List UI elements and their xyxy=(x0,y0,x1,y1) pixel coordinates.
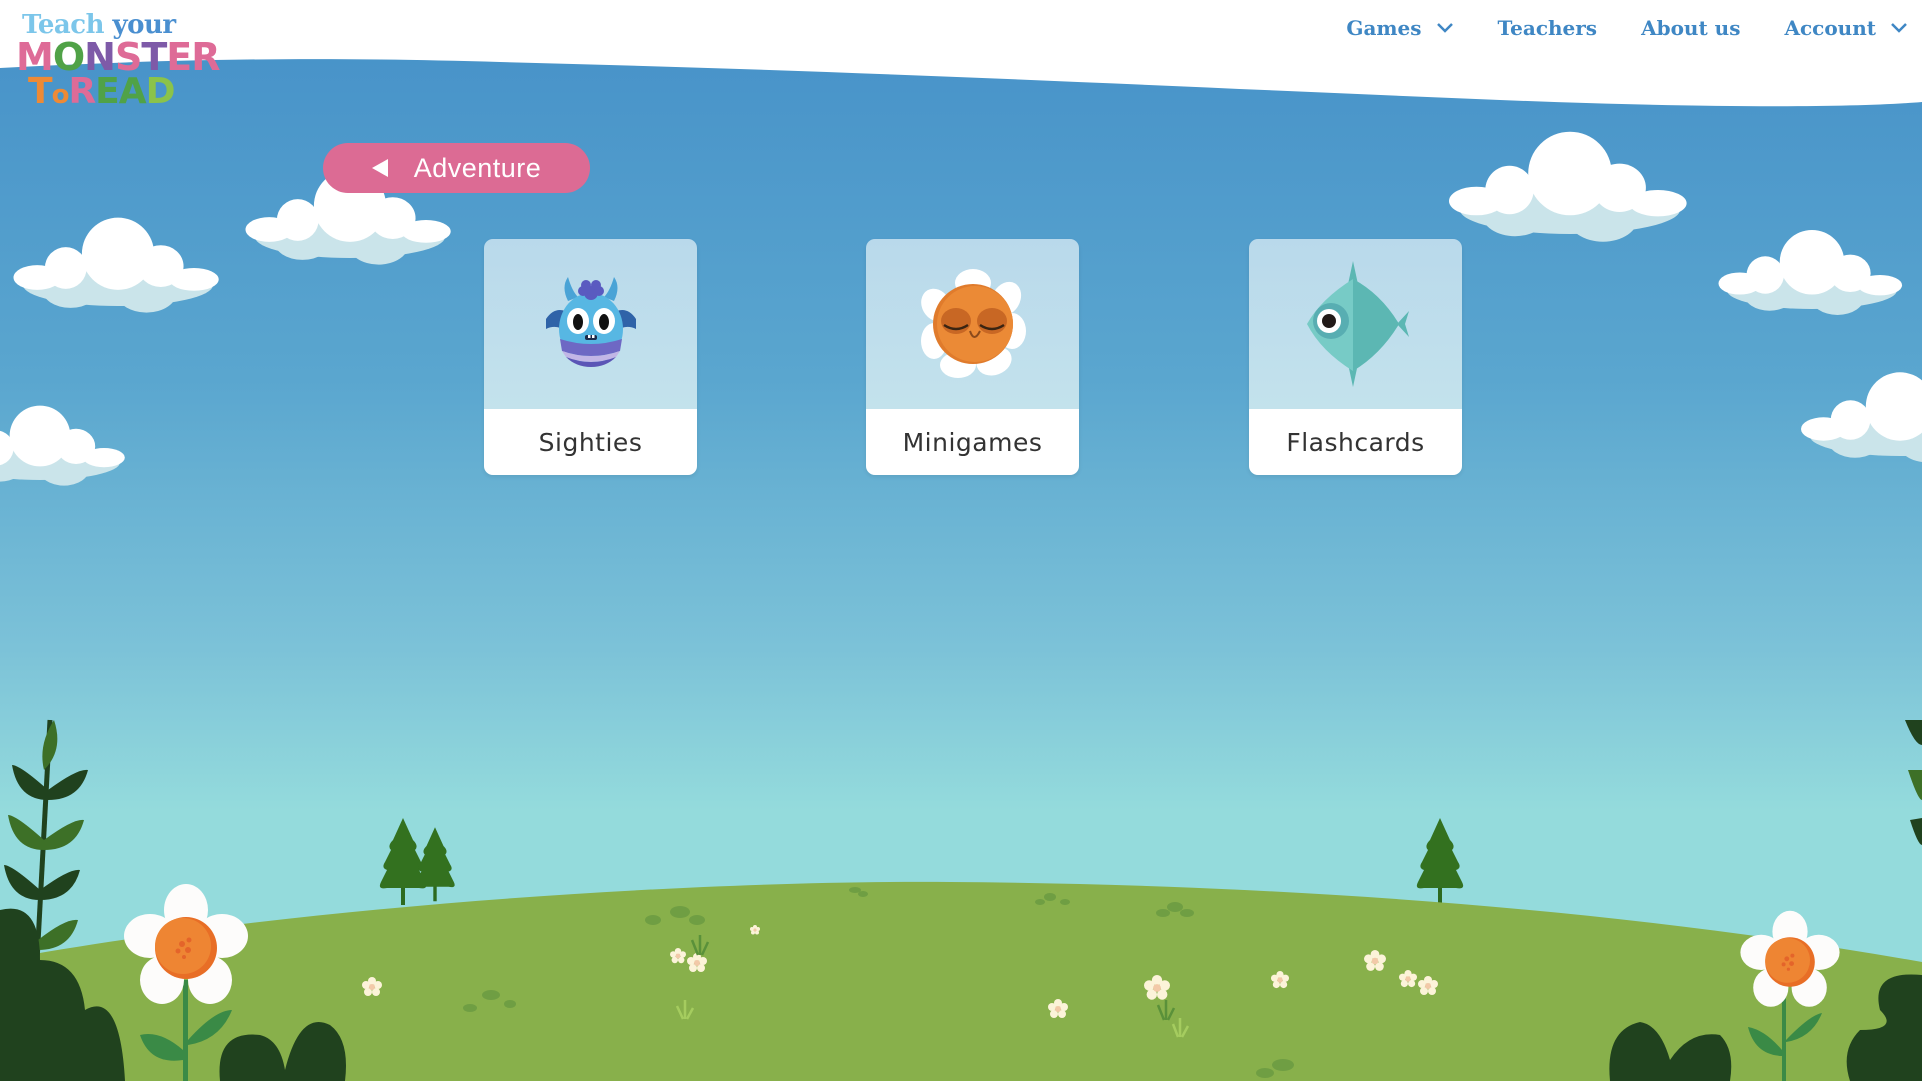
game-card-minigames[interactable]: Minigames xyxy=(866,239,1079,475)
nav-account-label: Account xyxy=(1784,16,1876,40)
back-triangle-icon xyxy=(371,159,388,177)
card-label: Flashcards xyxy=(1249,409,1462,475)
card-art xyxy=(1249,239,1462,409)
fish-icon xyxy=(1306,261,1409,387)
main-nav: Games Teachers About us Account xyxy=(1346,16,1908,40)
game-card-sighties[interactable]: Sighties xyxy=(484,239,697,475)
nav-games-label: Games xyxy=(1346,16,1422,40)
nav-account[interactable]: Account xyxy=(1784,16,1908,40)
nav-about-us[interactable]: About us xyxy=(1641,16,1740,40)
nav-teachers-label: Teachers xyxy=(1497,16,1598,40)
card-art xyxy=(484,239,697,409)
back-button-label: Adventure xyxy=(413,152,542,183)
card-art xyxy=(866,239,1079,409)
logo-line-3: ToREAD xyxy=(28,71,176,112)
chevron-down-icon xyxy=(1436,23,1453,33)
site-logo[interactable]: Teach your MONSTER ToREAD xyxy=(14,10,220,112)
blue-monster-icon xyxy=(545,277,636,367)
nav-about-label: About us xyxy=(1641,16,1741,40)
game-card-flashcards[interactable]: Flashcards xyxy=(1249,239,1462,475)
nav-games[interactable]: Games xyxy=(1346,16,1453,40)
sunflower-face-icon xyxy=(920,269,1026,378)
chevron-down-icon xyxy=(1891,23,1907,33)
back-to-adventure-button[interactable]: Adventure xyxy=(323,143,590,193)
background-scene xyxy=(0,0,1922,1081)
nav-teachers[interactable]: Teachers xyxy=(1498,16,1598,40)
card-label: Minigames xyxy=(866,409,1079,475)
card-label: Sighties xyxy=(484,409,697,475)
